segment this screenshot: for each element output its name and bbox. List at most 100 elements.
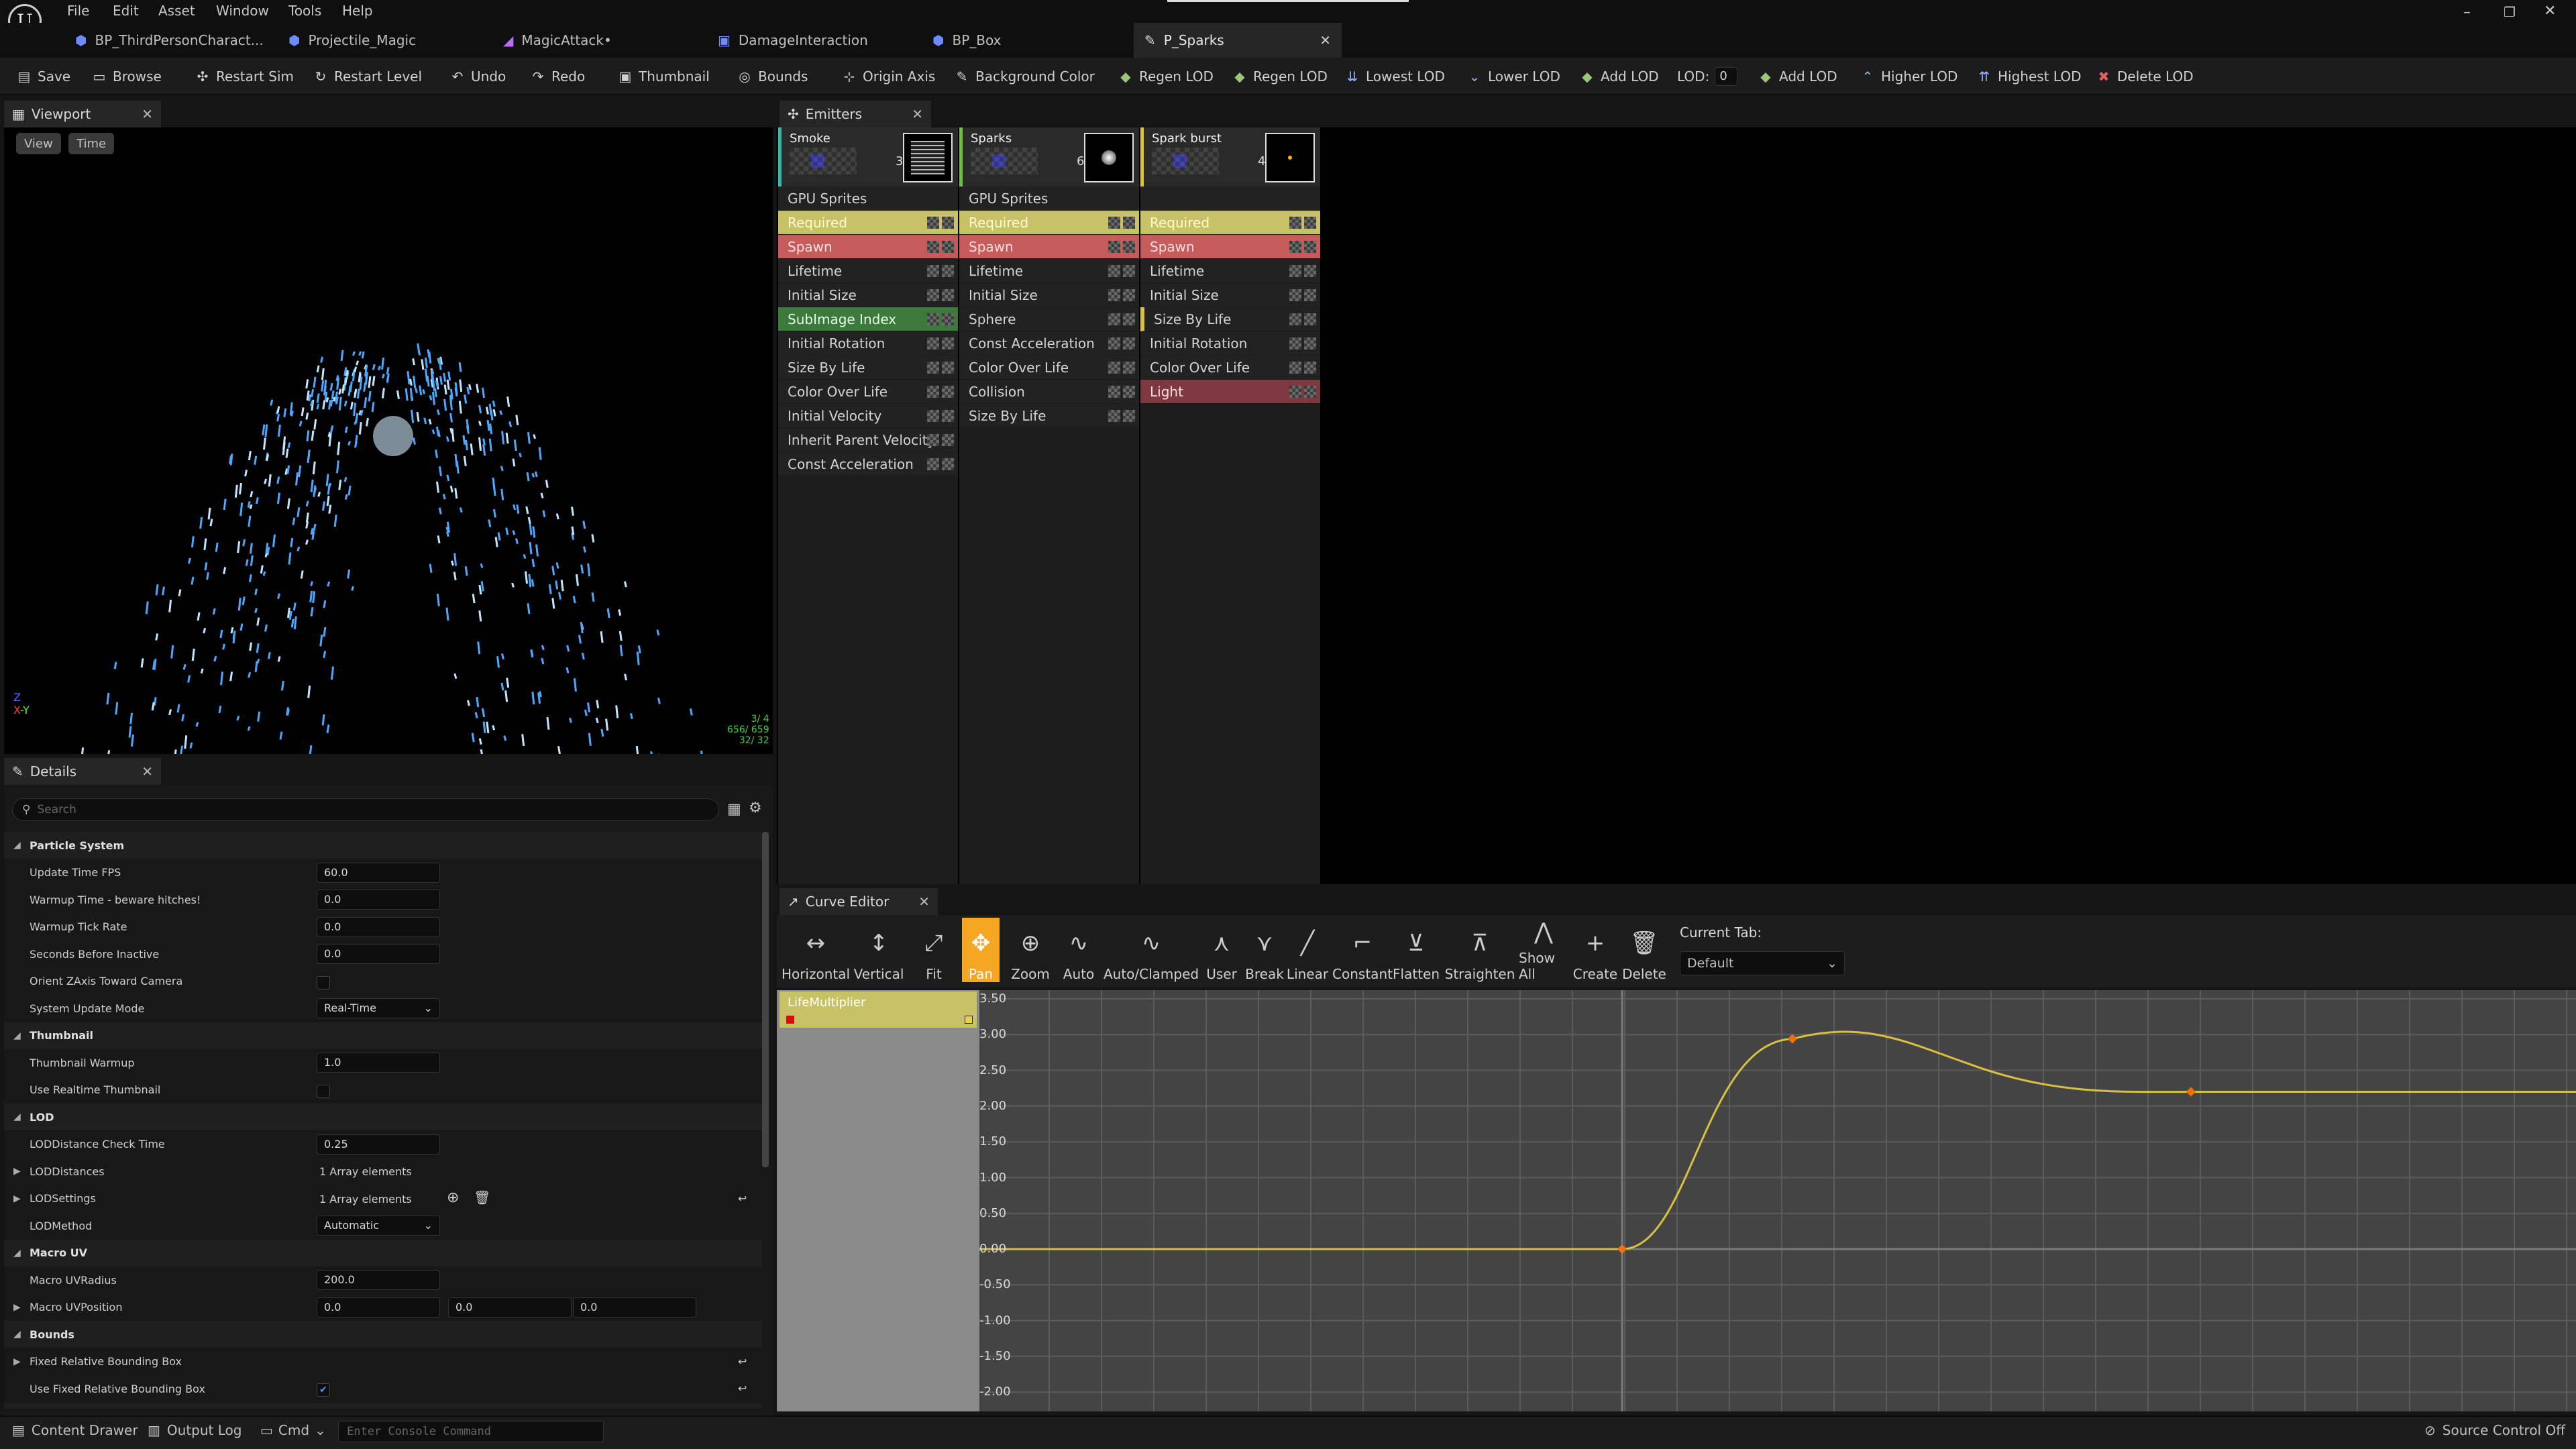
menu-edit[interactable]: Edit xyxy=(113,3,139,19)
module-enable-toggle-icon[interactable] xyxy=(1304,313,1316,325)
module-enable-toggle-icon[interactable] xyxy=(942,434,954,446)
emitter-type[interactable]: GPU Sprites xyxy=(778,186,958,211)
details-row-lod[interactable]: ◢ LOD xyxy=(4,1104,762,1130)
details-row-delay[interactable]: ◢Delay xyxy=(4,1402,762,1409)
module-curve-toggle-icon[interactable] xyxy=(1289,217,1301,229)
module-enable-toggle-icon[interactable] xyxy=(1123,313,1135,325)
details-value-input[interactable]: 1.0 xyxy=(317,1053,440,1073)
details-checkbox[interactable] xyxy=(317,1084,330,1098)
module-enable-toggle-icon[interactable] xyxy=(942,362,954,374)
module-enable-toggle-icon[interactable] xyxy=(1123,362,1135,374)
redo-button[interactable]: ↷ Redo xyxy=(530,58,586,95)
module-curve-toggle-icon[interactable] xyxy=(1108,313,1120,325)
curve-key[interactable] xyxy=(2186,1087,2196,1097)
auto-button[interactable]: ∿ Auto xyxy=(1060,918,1097,982)
details-value-input[interactable]: 0.0 xyxy=(317,944,440,964)
module-enable-toggle-icon[interactable] xyxy=(942,241,954,253)
module-lifetime[interactable]: Lifetime xyxy=(778,259,958,283)
emitter-header[interactable]: Spark burst 4 xyxy=(1140,127,1320,186)
module-curve-toggle-icon[interactable] xyxy=(927,337,939,350)
emitter-header[interactable]: Smoke32 xyxy=(778,127,958,186)
module-const-acceleration[interactable]: Const Acceleration xyxy=(959,331,1139,356)
create-button[interactable]: + Create xyxy=(1573,918,1617,982)
close-details-icon[interactable]: ✕ xyxy=(142,763,153,780)
higher-lod-button[interactable]: ⌃ Higher LOD xyxy=(1860,58,1958,95)
track-life-multiplier[interactable]: LifeMultiplier xyxy=(780,991,977,1028)
module-initial-rotation[interactable]: Initial Rotation xyxy=(1140,331,1320,356)
module-spawn[interactable]: Spawn xyxy=(1140,235,1320,259)
details-checkbox[interactable] xyxy=(317,975,330,989)
module-enable-toggle-icon[interactable] xyxy=(1123,337,1135,350)
lowest-lod-button[interactable]: ⇊ Lowest LOD xyxy=(1344,58,1445,95)
save-button[interactable]: ▤ Save xyxy=(16,58,71,95)
background-color-button[interactable]: ✎ Background Color xyxy=(954,58,1095,95)
expand-arrow-icon[interactable]: ◢ xyxy=(13,1030,21,1041)
module-spawn[interactable]: Spawn xyxy=(959,235,1139,259)
highest-lod-button[interactable]: ⇈ Highest LOD xyxy=(1976,58,2082,95)
module-initial-velocity[interactable]: Initial Velocity xyxy=(778,404,958,428)
details-search-input[interactable]: ⚲ Search xyxy=(12,798,719,821)
module-enable-toggle-icon[interactable] xyxy=(1304,265,1316,277)
module-required[interactable]: Required xyxy=(959,211,1139,235)
source-control-status[interactable]: ⊘ Source Control Off xyxy=(2424,1422,2565,1438)
module-size-by-life[interactable]: Size By Life xyxy=(1140,307,1320,331)
module-curve-toggle-icon[interactable] xyxy=(927,265,939,277)
macro-uv-x-input[interactable]: 0.0 xyxy=(317,1297,440,1318)
details-checkbox-checked[interactable]: ✔ xyxy=(317,1383,330,1397)
module-spawn[interactable]: Spawn xyxy=(778,235,958,259)
show-all-button[interactable]: ⋀ Show All xyxy=(1519,918,1568,982)
linear-button[interactable]: ╱ Linear xyxy=(1287,918,1328,982)
tab-damage-interaction[interactable]: ▣ DamageInteraction xyxy=(707,23,922,58)
expand-arrow-icon[interactable]: ◢ xyxy=(13,1112,21,1122)
life-multiplier-curve[interactable] xyxy=(979,1030,2576,1250)
module-enable-toggle-icon[interactable] xyxy=(1304,337,1316,350)
reset-to-default-icon[interactable]: ↩ xyxy=(738,1382,747,1395)
regen-lod-duplicate-button[interactable]: ◆ Regen LOD xyxy=(1118,58,1214,95)
module-curve-toggle-icon[interactable] xyxy=(1289,313,1301,325)
details-row-bounds[interactable]: ◢ Bounds xyxy=(4,1321,762,1348)
module-curve-toggle-icon[interactable] xyxy=(927,386,939,398)
macro-uv-y-input[interactable]: 0.0 xyxy=(448,1297,572,1318)
module-size-by-life[interactable]: Size By Life xyxy=(959,404,1139,428)
details-row-thumbnail[interactable]: ◢ Thumbnail xyxy=(4,1022,762,1049)
collapsed-arrow-icon[interactable]: ▶ xyxy=(13,1166,21,1177)
module-curve-toggle-icon[interactable] xyxy=(1289,289,1301,301)
settings-icon[interactable]: ⚙ xyxy=(749,800,762,816)
collapsed-arrow-icon[interactable]: ▶ xyxy=(13,1356,21,1367)
reset-to-default-icon[interactable]: ↩ xyxy=(738,1355,747,1368)
expand-arrow-icon[interactable]: ◢ xyxy=(13,1329,21,1340)
module-subimage-index[interactable]: SubImage Index xyxy=(778,307,958,331)
module-sphere[interactable]: Sphere xyxy=(959,307,1139,331)
module-curve-toggle-icon[interactable] xyxy=(1108,410,1120,422)
emitters-tab[interactable]: ✣ Emitters ✕ xyxy=(780,101,931,127)
viewport[interactable]: View Time Z X-Y 3/ 4 656/ 659 32/ 32 xyxy=(4,127,773,754)
collapsed-arrow-icon[interactable]: ▶ xyxy=(13,1193,21,1204)
expand-arrow-icon[interactable]: ◢ xyxy=(13,840,21,851)
module-light[interactable]: Light xyxy=(1140,380,1320,404)
emitter-column-0[interactable]: Smoke32GPU SpritesRequiredSpawnLifetime I… xyxy=(778,127,958,884)
restore-icon[interactable]: ❐ xyxy=(2504,4,2516,20)
menu-asset[interactable]: Asset xyxy=(158,3,195,19)
module-required[interactable]: Required xyxy=(778,211,958,235)
module-curve-toggle-icon[interactable] xyxy=(927,410,939,422)
module-curve-toggle-icon[interactable] xyxy=(927,313,939,325)
module-curve-toggle-icon[interactable] xyxy=(1108,337,1120,350)
module-enable-toggle-icon[interactable] xyxy=(1123,241,1135,253)
menu-tools[interactable]: Tools xyxy=(288,3,321,19)
module-enable-toggle-icon[interactable] xyxy=(1123,386,1135,398)
viewport-tab[interactable]: ▦ Viewport ✕ xyxy=(4,101,161,127)
browse-button[interactable]: ▭ Browse xyxy=(91,58,162,95)
thumbnail-button[interactable]: ▣ Thumbnail xyxy=(617,58,710,95)
module-curve-toggle-icon[interactable] xyxy=(927,434,939,446)
module-color-over-life[interactable]: Color Over Life xyxy=(1140,356,1320,380)
table-view-icon[interactable]: ▦ xyxy=(727,801,741,818)
track-visibility-toggle[interactable] xyxy=(965,1016,973,1024)
close-curve-editor-icon[interactable]: ✕ xyxy=(918,894,930,910)
macro-uv-z-input[interactable]: 0.0 xyxy=(573,1297,696,1318)
close-viewport-icon[interactable]: ✕ xyxy=(142,106,153,122)
module-enable-toggle-icon[interactable] xyxy=(1304,217,1316,229)
emitter-header[interactable]: Sparks659 xyxy=(959,127,1139,186)
details-row-particle-system[interactable]: ◢ Particle System xyxy=(4,832,762,859)
module-curve-toggle-icon[interactable] xyxy=(1108,289,1120,301)
module-enable-toggle-icon[interactable] xyxy=(1304,362,1316,374)
